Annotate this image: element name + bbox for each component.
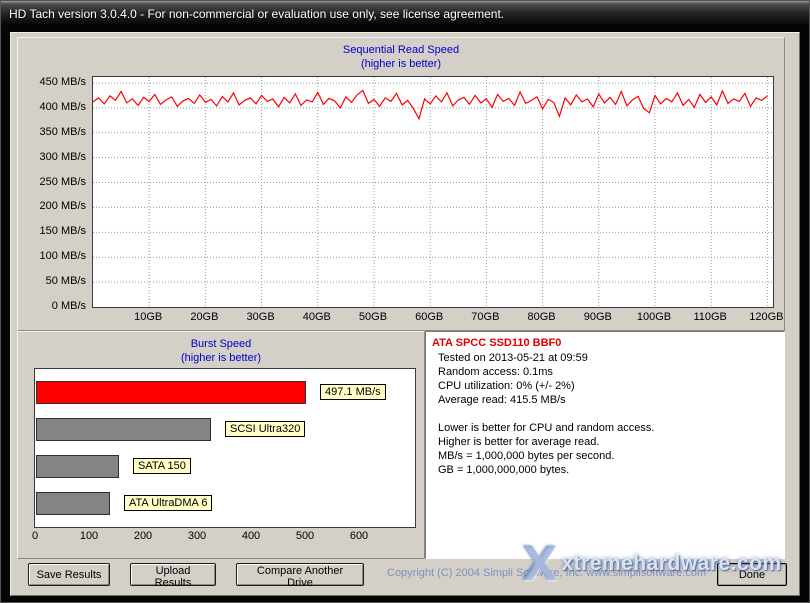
- burst-bar: [36, 418, 211, 441]
- info-line: CPU utilization: 0% (+/- 2%): [438, 380, 575, 392]
- hd-tach-window: HD Tach version 3.0.4.0 - For non-commer…: [0, 0, 810, 603]
- sequential-x-axis: 10GB 20GB 30GB 40GB 50GB 60GB 70GB 80GB 90GB 100G…: [92, 311, 783, 325]
- info-line: Lower is better for CPU and random acces…: [438, 422, 655, 434]
- copyright-text: Copyright (C) 2004 Simpli Software, Inc.…: [387, 567, 707, 579]
- burst-chart-subtitle: (higher is better): [180, 352, 262, 364]
- compare-another-drive-button[interactable]: Compare Another Drive: [236, 563, 364, 589]
- seq-y-tick-label: 300 MB/s: [39, 150, 86, 163]
- burst-x-tick-label: 400: [241, 530, 261, 542]
- drive-info-lines: Tested on 2013-05-21 at 09:59 Random acce…: [426, 351, 784, 477]
- seq-x-tick-label: 90GB: [583, 311, 612, 323]
- burst-x-tick-label: 200: [133, 530, 153, 542]
- burst-bar: [36, 492, 110, 515]
- info-line: Tested on 2013-05-21 at 09:59: [438, 352, 588, 364]
- seq-x-tick-label: 10GB: [134, 311, 163, 323]
- burst-x-axis: 0 100 200 300 400 500 600: [31, 530, 416, 544]
- burst-speed-panel: Burst Speed (higher is better) 497.1 MB/…: [17, 331, 425, 559]
- burst-plot-area: 497.1 MB/s SCSI Ultra320 SATA 150 ATA Ultra…: [34, 368, 416, 528]
- seq-y-tick-label: 50 MB/s: [45, 275, 86, 288]
- seq-x-tick-label: 120GB: [749, 311, 784, 323]
- burst-x-tick-label: 0: [31, 530, 39, 542]
- seq-y-tick-label: 0 MB/s: [51, 300, 86, 312]
- sequential-line-chart: [93, 77, 773, 307]
- seq-y-tick-label: 200 MB/s: [39, 200, 86, 213]
- burst-x-tick-label: 300: [187, 530, 207, 542]
- save-results-button[interactable]: Save Results: [28, 563, 110, 586]
- title-bar[interactable]: HD Tach version 3.0.4.0 - For non-commer…: [1, 1, 809, 27]
- seq-y-tick-label: 250 MB/s: [39, 175, 86, 188]
- burst-chart-title: Burst Speed: [190, 338, 252, 350]
- info-line: GB = 1,000,000,000 bytes.: [438, 464, 570, 476]
- burst-x-tick-label: 500: [295, 530, 315, 542]
- window-title: HD Tach version 3.0.4.0 - For non-commer…: [9, 7, 505, 21]
- sequential-read-line: [93, 89, 768, 121]
- seq-x-tick-label: 80GB: [527, 311, 556, 323]
- burst-bar-label: ATA UltraDMA 6: [124, 495, 213, 511]
- client-area: Sequential Read Speed (higher is better)…: [10, 32, 800, 596]
- seq-x-tick-label: 70GB: [471, 311, 500, 323]
- upload-results-button[interactable]: Upload Results: [130, 563, 216, 589]
- sequential-read-panel: Sequential Read Speed (higher is better)…: [17, 37, 785, 331]
- seq-x-tick-label: 60GB: [415, 311, 444, 323]
- info-line: Average read: 415.5 MB/s: [438, 394, 566, 406]
- burst-x-tick-label: 600: [349, 530, 369, 542]
- sequential-plot-area: [92, 76, 774, 308]
- info-line: [426, 407, 784, 421]
- burst-bar-label: 497.1 MB/s: [320, 384, 386, 400]
- drive-info-panel: ATA SPCC SSD110 BBF0 Tested on 2013-05-2…: [425, 331, 785, 559]
- burst-x-tick-label: 100: [79, 530, 99, 542]
- burst-bar-label: SATA 150: [133, 458, 191, 474]
- seq-x-tick-label: 40GB: [302, 311, 331, 323]
- seq-x-tick-label: 50GB: [358, 311, 388, 323]
- seq-y-tick-label: 400 MB/s: [39, 100, 86, 113]
- done-button[interactable]: Done: [717, 563, 787, 586]
- info-line: Higher is better for average read.: [438, 436, 600, 448]
- burst-bar: [36, 381, 306, 404]
- info-line: Random access: 0.1ms: [438, 366, 553, 378]
- seq-y-tick-label: 450 MB/s: [39, 75, 86, 88]
- seq-y-tick-label: 100 MB/s: [39, 250, 86, 263]
- burst-bar-label: SCSI Ultra320: [225, 421, 306, 437]
- seq-x-tick-label: 20GB: [190, 311, 219, 323]
- sequential-chart-subtitle: (higher is better): [360, 58, 442, 70]
- info-line: MB/s = 1,000,000 bytes per second.: [438, 450, 615, 462]
- sequential-y-axis: 450 MB/s 400 MB/s 350 MB/s 300 MB/s 250 MB/s…: [18, 75, 86, 312]
- seq-y-tick-label: 350 MB/s: [39, 125, 86, 138]
- seq-y-tick-label: 150 MB/s: [39, 225, 86, 238]
- seq-x-tick-label: 30GB: [246, 311, 275, 323]
- burst-bar: [36, 455, 119, 478]
- seq-x-tick-label: 110GB: [693, 311, 727, 323]
- seq-x-tick-label: 100GB: [636, 311, 672, 323]
- drive-name: ATA SPCC SSD110 BBF0: [432, 337, 562, 349]
- sequential-chart-title: Sequential Read Speed: [342, 44, 460, 56]
